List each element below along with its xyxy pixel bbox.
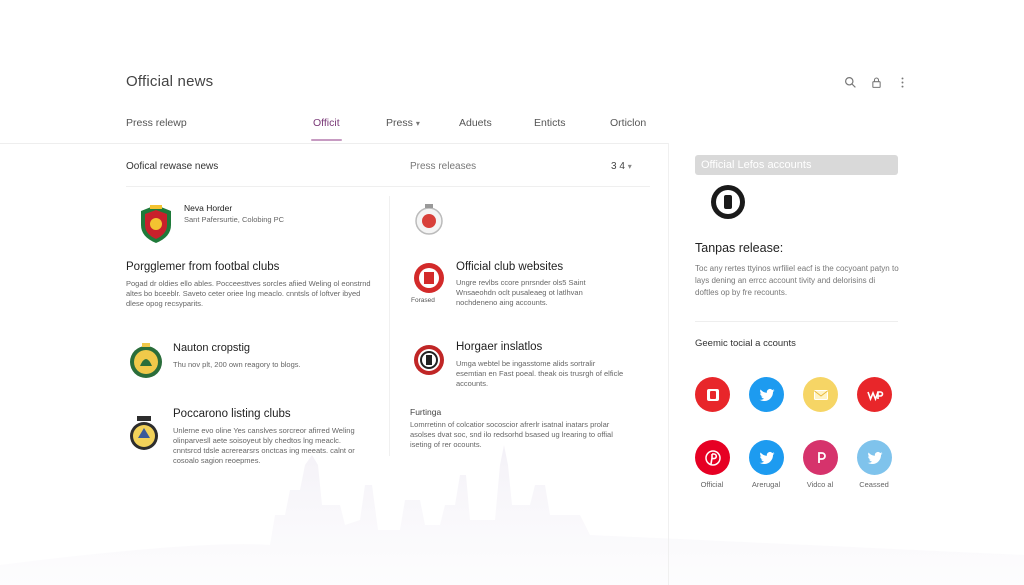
page-title: Official news xyxy=(126,73,214,90)
club-crest-icon xyxy=(128,342,164,380)
column-divider xyxy=(668,143,669,585)
card-title: Poccarono listing clubs xyxy=(173,408,291,420)
social-button[interactable] xyxy=(857,440,892,475)
tab-label: Officit xyxy=(313,117,340,129)
pager-select[interactable]: 3 4 ▾ xyxy=(611,161,632,172)
p-icon xyxy=(817,451,826,463)
inner-column-divider xyxy=(389,196,390,456)
twitter-icon xyxy=(759,451,774,464)
card-desc: Umga webtel be ingasstome alids sortrali… xyxy=(456,359,624,388)
accounts-header: Official Lefos accounts xyxy=(695,155,898,175)
crest-caption: Forased xyxy=(411,297,435,304)
tab-press-release[interactable]: Press relewp xyxy=(126,117,187,143)
card-title: Porgglemer from footbal clubs xyxy=(126,261,280,273)
card-subtitle: Sant Pafersurtie, Colobing PC xyxy=(184,215,285,224)
club-badge-icon xyxy=(709,183,747,221)
club-crest-icon xyxy=(414,203,444,237)
tab-label: Enticts xyxy=(534,117,566,129)
social-button[interactable] xyxy=(857,377,892,412)
tab-bar: Press relewp Officit Press ▾ Aduets Entic… xyxy=(0,117,1024,143)
club-crest-icon xyxy=(412,261,446,295)
tab-label: Press relewp xyxy=(126,117,187,129)
social-button[interactable] xyxy=(803,377,838,412)
pager-value: 3 4 xyxy=(611,161,625,172)
card-desc: Lomrretinn of colcatior socoscior afrerl… xyxy=(410,420,613,449)
social-button[interactable] xyxy=(749,440,784,475)
twitter-icon xyxy=(867,451,882,464)
social-label: Vidco al xyxy=(806,480,834,489)
club-crest-icon xyxy=(412,343,446,377)
card-title: Horgaer inslatlos xyxy=(456,341,543,353)
social-label: Official xyxy=(700,480,724,489)
card-title: Official club websites xyxy=(456,261,564,273)
club-crest-icon xyxy=(137,203,175,245)
section-heading-mid: Press releases xyxy=(410,161,477,172)
tab-press[interactable]: Press ▾ xyxy=(386,117,420,143)
social-label: Ceassed xyxy=(859,480,889,489)
section-heading-left: Oofical rewase news xyxy=(126,161,219,172)
card-desc: Ungre revlbs ccore pnrsnder ols5 Saint W… xyxy=(456,278,586,307)
more-vertical-icon[interactable] xyxy=(894,74,910,90)
brand-b-icon xyxy=(706,388,719,401)
release-title: Tanpas release: xyxy=(695,241,784,255)
lock-icon[interactable] xyxy=(868,74,884,90)
card-title: Nauton cropstig xyxy=(173,342,251,354)
card-desc: Pogad dr oldies ello ables. Pocceesttves… xyxy=(126,279,371,308)
card-desc: Unlerne evo oline Yes canslves sorcreor … xyxy=(173,426,355,465)
card-desc: Thu nov plt, 200 own reagory to blogs. xyxy=(173,360,301,369)
pinterest-icon xyxy=(704,449,721,466)
twitter-icon xyxy=(759,388,774,401)
tab-enticts[interactable]: Enticts xyxy=(534,117,566,143)
social-button[interactable] xyxy=(695,440,730,475)
header-actions xyxy=(842,74,910,90)
social-accounts-title: Geemic tocial a ccounts xyxy=(695,338,796,349)
social-button[interactable] xyxy=(749,377,784,412)
social-button[interactable] xyxy=(695,377,730,412)
wp-icon xyxy=(866,390,883,401)
mail-icon xyxy=(813,389,828,400)
chevron-down-icon: ▾ xyxy=(415,119,420,128)
release-desc: Toc any rertes ttyinos wrfiliel eacf is … xyxy=(695,264,899,297)
club-crest-icon xyxy=(128,414,160,452)
tab-divider xyxy=(0,143,668,144)
tab-label: Press xyxy=(386,117,413,129)
tab-label: Orticlon xyxy=(610,117,647,129)
card-title: Neva Horder xyxy=(184,203,233,213)
card-title: Furtinga xyxy=(410,407,442,417)
tab-orticlon[interactable]: Orticlon xyxy=(610,117,646,143)
tab-official[interactable]: Officit xyxy=(311,117,342,143)
tab-label: Aduets xyxy=(459,117,492,129)
social-label: Arerugal xyxy=(751,480,781,489)
chevron-down-icon: ▾ xyxy=(627,162,632,171)
section-rule xyxy=(126,186,650,187)
tab-aduets[interactable]: Aduets xyxy=(459,117,492,143)
right-divider xyxy=(695,321,898,322)
search-icon[interactable] xyxy=(842,74,858,90)
social-button[interactable] xyxy=(803,440,838,475)
